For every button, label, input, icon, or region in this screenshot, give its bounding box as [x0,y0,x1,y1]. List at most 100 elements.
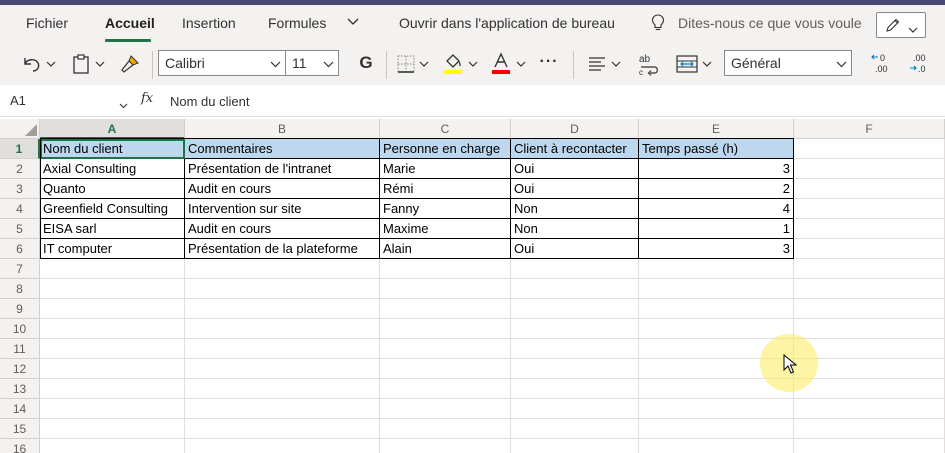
cell-b10[interactable] [185,319,380,339]
row-header-7[interactable]: 7 [0,259,40,279]
cell-d11[interactable] [511,339,639,359]
cell-c11[interactable] [380,339,511,359]
cell-f5[interactable] [794,219,945,239]
cell-f9[interactable] [794,299,945,319]
open-desktop-app-button[interactable]: Ouvrir dans l'application de bureau [399,15,615,31]
cell-e6[interactable]: 3 [639,239,794,259]
cell-f1[interactable] [794,139,945,159]
format-painter-icon[interactable] [118,52,142,76]
chevron-down-icon[interactable] [418,59,430,69]
row-header-4[interactable]: 4 [0,199,40,219]
row-header-8[interactable]: 8 [0,279,40,299]
cell-c8[interactable] [380,279,511,299]
cell-b15[interactable] [185,419,380,439]
cell-b11[interactable] [185,339,380,359]
cell-d9[interactable] [511,299,639,319]
cell-e9[interactable] [639,299,794,319]
cell-b16[interactable] [185,439,380,453]
cell-b3[interactable]: Audit en cours [185,179,380,199]
cell-c14[interactable] [380,399,511,419]
cell-f14[interactable] [794,399,945,419]
name-box[interactable]: A1 [6,90,132,112]
spreadsheet-grid[interactable]: A B C D E F 1 Nom du client Commentaires Personne… [0,117,945,453]
cell-a8[interactable] [40,279,185,299]
fx-icon[interactable]: fx [141,91,153,106]
cell-a6[interactable]: IT computer [40,239,185,259]
cell-a3[interactable]: Quanto [40,179,185,199]
table-header-cell[interactable]: Commentaires [185,139,380,159]
cell-d8[interactable] [511,279,639,299]
cell-a5[interactable]: EISA sarl [40,219,185,239]
cell-a11[interactable] [40,339,185,359]
chevron-down-icon[interactable] [347,17,359,29]
chevron-down-icon[interactable] [94,59,106,69]
borders-icon[interactable] [395,53,417,75]
cell-e4[interactable]: 4 [639,199,794,219]
cell-f4[interactable] [794,199,945,219]
tab-insertion[interactable]: Insertion [182,15,236,31]
cell-b6[interactable]: Présentation de la plateforme [185,239,380,259]
cell-f6[interactable] [794,239,945,259]
row-header-3[interactable]: 3 [0,179,40,199]
row-header-16[interactable]: 16 [0,439,40,453]
chevron-down-icon[interactable] [45,59,57,69]
cell-a4[interactable]: Greenfield Consulting [40,199,185,219]
cell-c10[interactable] [380,319,511,339]
cell-b12[interactable] [185,359,380,379]
chevron-down-icon[interactable] [610,59,622,69]
cell-a9[interactable] [40,299,185,319]
cell-d4[interactable]: Non [511,199,639,219]
fill-color-icon[interactable] [441,50,465,76]
cell-c4[interactable]: Fanny [380,199,511,219]
cell-c13[interactable] [380,379,511,399]
cell-d12[interactable] [511,359,639,379]
cell-c3[interactable]: Rémi [380,179,511,199]
cell-b7[interactable] [185,259,380,279]
cell-a12[interactable] [40,359,185,379]
column-header-b[interactable]: B [185,119,380,139]
cell-f15[interactable] [794,419,945,439]
cell-a13[interactable] [40,379,185,399]
row-header-6[interactable]: 6 [0,239,40,259]
cell-e3[interactable]: 2 [639,179,794,199]
cell-b9[interactable] [185,299,380,319]
decrease-decimal-icon[interactable]: 0 .00 [868,51,896,77]
cell-e14[interactable] [639,399,794,419]
row-header-15[interactable]: 15 [0,419,40,439]
cell-d2[interactable]: Oui [511,159,639,179]
cell-d15[interactable] [511,419,639,439]
column-header-a[interactable]: A [40,119,185,139]
cell-c15[interactable] [380,419,511,439]
cell-f10[interactable] [794,319,945,339]
row-header-14[interactable]: 14 [0,399,40,419]
cell-d10[interactable] [511,319,639,339]
table-header-cell[interactable]: Temps passé (h) [639,139,794,159]
table-header-cell[interactable]: Personne en charge [380,139,511,159]
cell-f7[interactable] [794,259,945,279]
column-header-c[interactable]: C [380,119,511,139]
paste-icon[interactable] [70,52,92,76]
cell-d5[interactable]: Non [511,219,639,239]
number-format-dropdown[interactable]: Général [724,50,852,76]
cell-c9[interactable] [380,299,511,319]
row-header-9[interactable]: 9 [0,299,40,319]
cell-e16[interactable] [639,439,794,453]
more-icon[interactable]: ··· [536,50,562,74]
cell-c2[interactable]: Marie [380,159,511,179]
row-header-11[interactable]: 11 [0,339,40,359]
row-header-13[interactable]: 13 [0,379,40,399]
tab-formules[interactable]: Formules [268,15,326,31]
cell-f8[interactable] [794,279,945,299]
cell-c7[interactable] [380,259,511,279]
cell-c16[interactable] [380,439,511,453]
cell-a15[interactable] [40,419,185,439]
column-header-f[interactable]: F [794,119,945,139]
cell-b13[interactable] [185,379,380,399]
cell-f16[interactable] [794,439,945,453]
chevron-down-icon[interactable] [701,59,713,69]
tell-me-search[interactable]: Dites-nous ce que vous voule [678,15,862,31]
tab-fichier[interactable]: Fichier [26,15,68,31]
cell-e2[interactable]: 3 [639,159,794,179]
undo-icon[interactable] [20,53,44,75]
cell-a14[interactable] [40,399,185,419]
